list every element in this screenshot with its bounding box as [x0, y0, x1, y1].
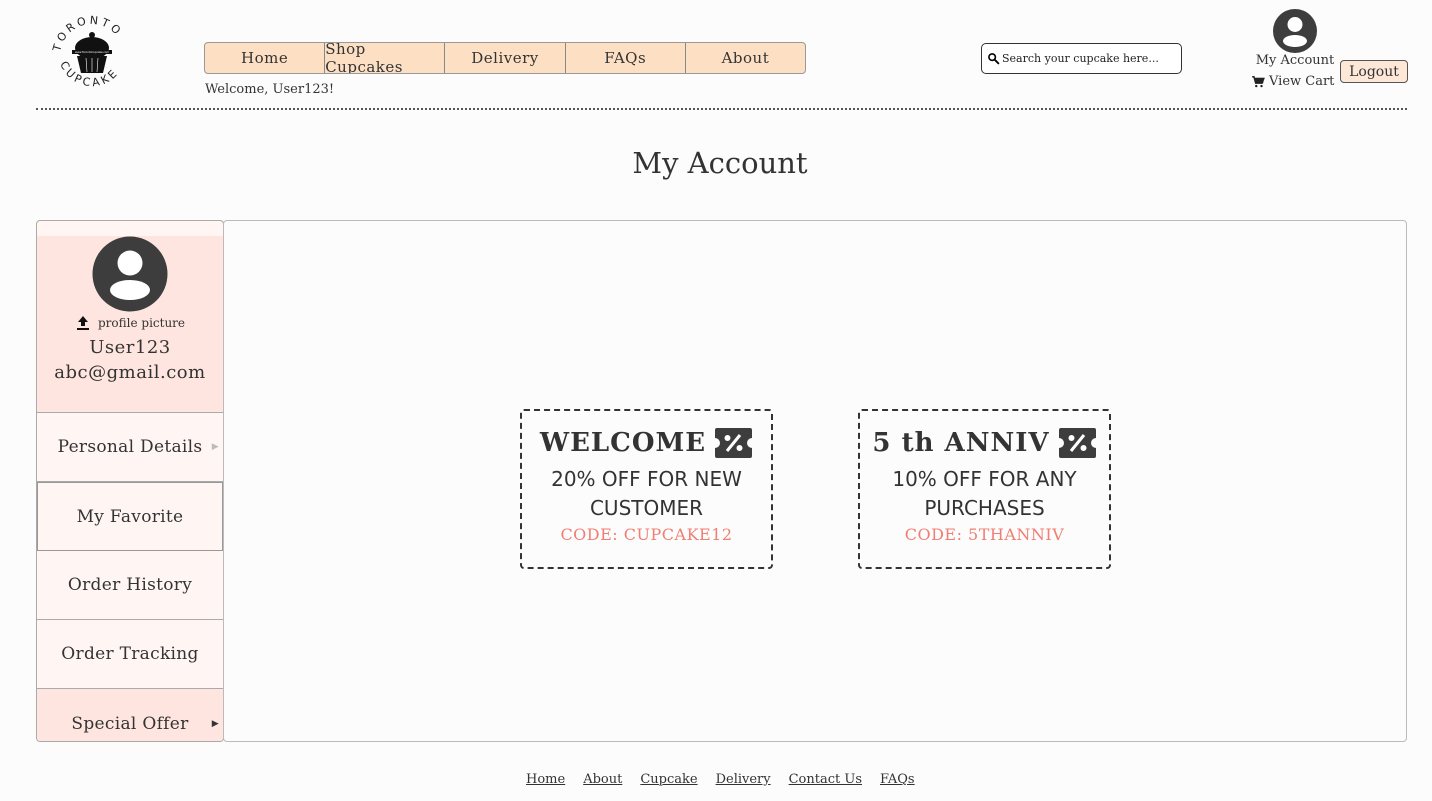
sidebar-item-label: Special Offer	[71, 713, 189, 734]
coupon-title: 5 th ANNIV	[860, 427, 1109, 459]
coupon-title: WELCOME	[522, 427, 771, 459]
logout-button[interactable]: Logout	[1340, 60, 1408, 83]
upload-label: profile picture	[97, 316, 186, 330]
header-account[interactable]: My Account	[1250, 8, 1340, 68]
avatar-icon	[92, 236, 168, 312]
view-cart-link[interactable]: View Cart	[1251, 74, 1334, 89]
sidebar-item-personal-details[interactable]: Personal Details ▶	[37, 413, 223, 482]
footer-link-faqs[interactable]: FAQs	[880, 772, 915, 787]
sidebar-item-my-favorite[interactable]: My Favorite	[37, 482, 223, 551]
main-nav: Home Shop Cupcakes Delivery FAQs About	[204, 42, 806, 74]
profile-email: abc@gmail.com	[54, 362, 206, 383]
view-cart-label: View Cart	[1269, 74, 1335, 89]
logo-url-text: www.TorontoCupcake.com	[75, 50, 109, 54]
search-input[interactable]	[1002, 52, 1181, 65]
sidebar-item-special-offer[interactable]: Special Offer ▶	[37, 689, 223, 741]
search-icon[interactable]	[987, 52, 1000, 65]
my-account-link[interactable]: My Account	[1250, 53, 1340, 68]
header-divider	[36, 108, 1407, 110]
sidebar-item-label: Order Tracking	[61, 644, 199, 664]
coupon-code: CODE: CUPCAKE12	[560, 525, 733, 544]
coupon-card[interactable]: WELCOME 20% OFF FOR NEW CUSTOMER CODE: C…	[520, 409, 773, 569]
profile-card: profile picture User123 abc@gmail.com	[37, 236, 223, 413]
coupon-description: 10% OFF FOR ANY PURCHASES	[892, 467, 1077, 520]
nav-home[interactable]: Home	[205, 43, 326, 73]
nav-shop-cupcakes[interactable]: Shop Cupcakes	[325, 43, 446, 73]
sidebar-item-label: Order History	[67, 575, 193, 595]
coupon-code: CODE: 5THANNIV	[904, 525, 1065, 544]
nav-faqs[interactable]: FAQs	[566, 43, 686, 73]
profile-username: User123	[89, 337, 171, 358]
brand-logo[interactable]: TORONTO CUPCAKE www.TorontoCupcake.com	[50, 12, 134, 96]
chevron-right-icon: ▶	[211, 718, 219, 729]
upload-profile-picture[interactable]: profile picture	[37, 315, 223, 331]
footer-link-home[interactable]: Home	[526, 772, 565, 787]
upload-icon	[76, 316, 89, 330]
welcome-message: Welcome, User123!	[205, 82, 335, 97]
sidebar-item-label: My Favorite	[76, 506, 184, 527]
search-box	[981, 43, 1182, 74]
sidebar-item-label: Personal Details	[57, 437, 203, 457]
nav-about[interactable]: About	[686, 43, 805, 73]
sidebar-item-order-tracking[interactable]: Order Tracking	[37, 620, 223, 689]
account-circle-icon[interactable]	[1272, 8, 1318, 54]
chevron-right-icon: ▶	[211, 442, 219, 452]
footer-link-about[interactable]: About	[583, 772, 622, 787]
footer-links: Home About Cupcake Delivery Contact Us F…	[526, 772, 933, 787]
footer-link-contact-us[interactable]: Contact Us	[789, 772, 862, 787]
account-sidebar: profile picture User123 abc@gmail.com Pe…	[36, 220, 224, 742]
page-title: My Account	[632, 146, 808, 180]
special-offer-panel: WELCOME 20% OFF FOR NEW CUSTOMER CODE: C…	[223, 220, 1407, 742]
discount-ticket-icon	[1058, 428, 1096, 458]
coupon-card[interactable]: 5 th ANNIV 10% OFF FOR ANY PURCHASES COD…	[858, 409, 1111, 569]
footer-link-cupcake[interactable]: Cupcake	[640, 772, 697, 787]
discount-ticket-icon	[715, 428, 753, 458]
coupon-description: 20% OFF FOR NEW CUSTOMER	[551, 467, 742, 520]
shopping-cart-icon	[1252, 75, 1265, 87]
sidebar-item-order-history[interactable]: Order History	[37, 551, 223, 620]
footer-link-delivery[interactable]: Delivery	[716, 772, 771, 787]
nav-delivery[interactable]: Delivery	[445, 43, 566, 73]
